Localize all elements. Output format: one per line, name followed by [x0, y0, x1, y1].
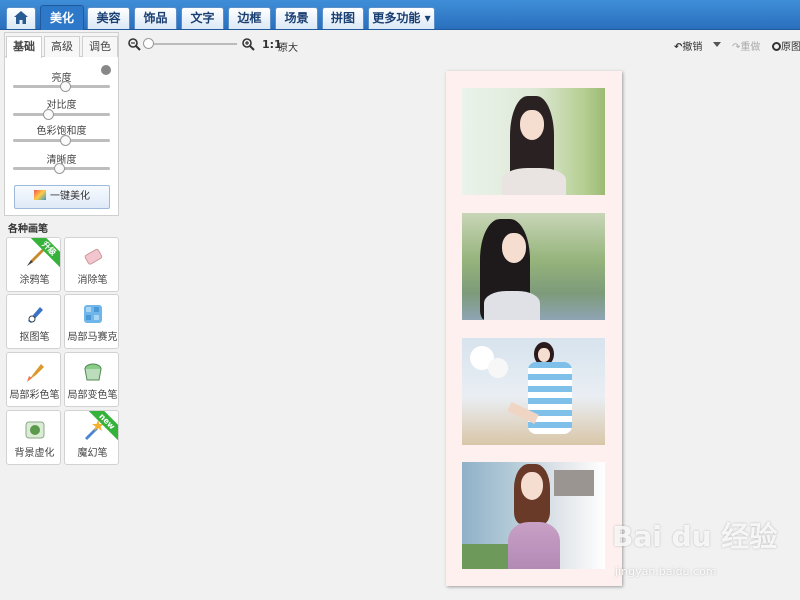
tab-basic[interactable]: 基础 — [6, 36, 42, 58]
tool-magic-brush[interactable]: 魔幻笔 new — [64, 410, 119, 465]
adjust-panel: 基础 高级 调色 亮度 对比度 色彩饱和度 清晰度 一键美化 — [4, 32, 119, 216]
nav-tab-beautify[interactable]: 美化 — [40, 5, 84, 30]
zoom-knob[interactable] — [143, 38, 154, 49]
nav-tab-text[interactable]: 文字 — [181, 7, 224, 29]
adjust-tabs: 基础 高级 调色 — [5, 33, 118, 58]
paint-bucket-icon — [84, 363, 102, 381]
collage-photo-2[interactable] — [462, 213, 605, 320]
nav-tab-beauty[interactable]: 美容 — [87, 7, 130, 29]
baidu-watermark-url: jingyan.baidu.com — [615, 565, 717, 578]
nav-tab-accessories[interactable]: 饰品 — [134, 7, 177, 29]
tool-label: 局部彩色笔 — [9, 390, 60, 401]
tool-local-mosaic[interactable]: 局部马赛克 — [64, 294, 119, 349]
tab-advanced[interactable]: 高级 — [44, 36, 80, 57]
eraser-icon — [84, 248, 103, 265]
beautify-icon — [34, 190, 46, 200]
tool-eraser[interactable]: 消除笔 — [64, 237, 119, 292]
tool-label: 涂鸦笔 — [19, 275, 50, 286]
tool-label: 抠图笔 — [19, 332, 50, 343]
contrast-slider[interactable] — [13, 109, 110, 120]
undo-label: 撤销 — [682, 42, 703, 53]
tool-label: 局部变色笔 — [67, 390, 118, 401]
one-click-beautify-button[interactable]: 一键美化 — [14, 185, 110, 209]
collage-photo-3[interactable] — [462, 338, 605, 445]
cutout-pen-icon — [28, 307, 43, 323]
tool-label: 魔幻笔 — [77, 448, 108, 459]
undo-button[interactable]: ↶撤销 — [674, 38, 702, 53]
contrast-knob[interactable] — [43, 109, 54, 120]
mosaic-icon — [84, 305, 102, 323]
blur-icon — [25, 421, 45, 439]
home-icon — [14, 11, 28, 24]
tool-label: 背景虚化 — [14, 448, 55, 459]
nav-tab-scene[interactable]: 场景 — [275, 7, 318, 29]
tab-color[interactable]: 调色 — [82, 36, 118, 57]
undo-dropdown-arrow[interactable] — [713, 42, 721, 47]
saturation-slider[interactable] — [13, 135, 110, 146]
beautify-label: 一键美化 — [50, 191, 90, 202]
home-button[interactable] — [6, 7, 36, 29]
original-image-button[interactable]: 原图 — [772, 38, 800, 53]
top-nav-bar: 美化 美容 饰品 文字 边框 场景 拼图 更多功能 ▾ — [0, 0, 800, 30]
brightness-slider[interactable] — [13, 81, 110, 92]
redo-label: 重做 — [740, 42, 761, 53]
nav-more-features[interactable]: 更多功能 ▾ — [368, 7, 435, 29]
tool-local-color-brush[interactable]: 局部彩色笔 — [6, 352, 61, 407]
contrast-label: 对比度 — [46, 100, 77, 111]
original-icon — [772, 42, 781, 51]
tool-label: 局部马赛克 — [67, 332, 118, 343]
tool-background-blur[interactable]: 背景虚化 — [6, 410, 61, 465]
zoom-slider[interactable] — [147, 43, 237, 45]
nav-tab-frame[interactable]: 边框 — [228, 7, 271, 29]
brightness-knob[interactable] — [60, 81, 71, 92]
tool-cutout-pen[interactable]: 抠图笔 — [6, 294, 61, 349]
brushes-section-title: 各种画笔 — [8, 224, 48, 235]
redo-button[interactable]: ↷重做 — [732, 38, 760, 53]
original-size-button[interactable]: 原大 — [278, 39, 298, 54]
saturation-knob[interactable] — [60, 135, 71, 146]
color-brush-icon — [27, 364, 44, 382]
collage-photo-4[interactable] — [462, 462, 605, 569]
tool-local-recolor-brush[interactable]: 局部变色笔 — [64, 352, 119, 407]
tool-label: 消除笔 — [77, 275, 108, 286]
photo-canvas[interactable] — [446, 71, 622, 586]
baidu-watermark: Bai du 经验 — [612, 520, 778, 553]
saturation-label: 色彩饱和度 — [36, 126, 87, 137]
sharpness-slider[interactable] — [13, 163, 110, 174]
original-label: 原图 — [781, 42, 800, 53]
nav-tab-collage[interactable]: 拼图 — [322, 7, 364, 29]
zoom-in-icon[interactable] — [242, 38, 255, 51]
collage-photo-1[interactable] — [462, 88, 605, 195]
sharpness-knob[interactable] — [54, 163, 65, 174]
tool-doodle-brush[interactable]: 涂鸦笔 升级 — [6, 237, 61, 292]
zoom-out-icon[interactable] — [128, 38, 141, 51]
